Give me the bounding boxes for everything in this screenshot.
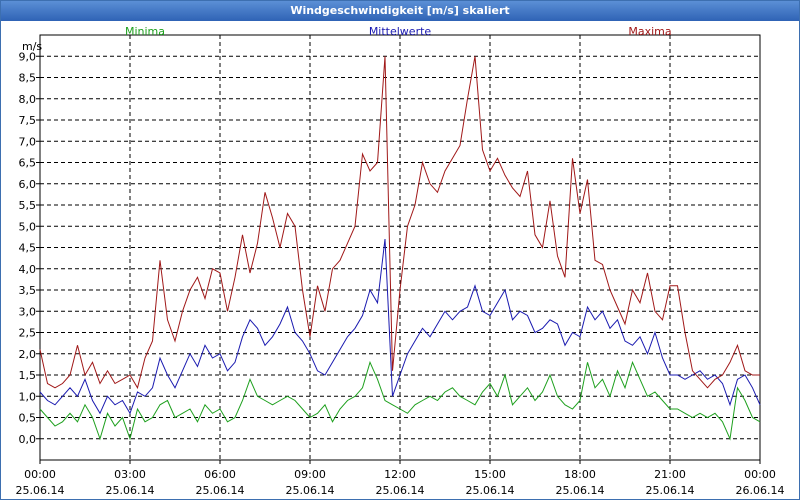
y-tick-label: 0,5 xyxy=(19,412,37,425)
x-tick-date: 25.06.14 xyxy=(376,484,425,497)
y-tick-label: 5,0 xyxy=(19,220,37,233)
y-tick-label: 4,0 xyxy=(19,263,37,276)
y-tick-label: 6,0 xyxy=(19,178,37,191)
x-tick-date: 25.06.14 xyxy=(196,484,245,497)
y-tick-label: 8,5 xyxy=(19,72,37,85)
x-tick-date: 26.06.14 xyxy=(736,484,785,497)
legend-minima: Minima xyxy=(125,25,165,38)
legend-mittelwerte: Mittelwerte xyxy=(369,25,432,38)
y-tick-label: 4,5 xyxy=(19,242,37,255)
x-tick-time: 18:00 xyxy=(564,468,596,481)
x-tick-date: 25.06.14 xyxy=(556,484,605,497)
grid-lines xyxy=(40,35,760,460)
y-tick-label: 6,5 xyxy=(19,157,37,170)
y-tick-label: 8,0 xyxy=(19,93,37,106)
x-tick-date: 25.06.14 xyxy=(106,484,155,497)
x-tick-time: 00:00 xyxy=(24,468,56,481)
y-tick-label: 1,0 xyxy=(19,390,37,403)
x-axis-ticks: 00:00 25.06.14 03:00 25.06.14 06:00 25.06.14 0… xyxy=(16,460,785,497)
y-tick-label: 2,0 xyxy=(19,348,37,361)
y-tick-label: 5,5 xyxy=(19,199,37,212)
y-tick-label: 0,0 xyxy=(19,433,37,446)
y-tick-label: 3,5 xyxy=(19,284,37,297)
x-tick-date: 25.06.14 xyxy=(286,484,335,497)
y-tick-label: 7,0 xyxy=(19,135,37,148)
x-tick-time: 06:00 xyxy=(204,468,236,481)
y-tick-label: 1,5 xyxy=(19,369,37,382)
x-tick-date: 25.06.14 xyxy=(16,484,65,497)
x-tick-date: 25.06.14 xyxy=(466,484,515,497)
x-tick-time: 03:00 xyxy=(114,468,146,481)
y-axis-label: m/s xyxy=(22,40,42,53)
line-chart: 0,0 0,5 1,0 1,5 2,0 2,5 3,0 3,5 4,0 4,5 5,0 5,5 6,0 6… xyxy=(16,25,785,497)
x-tick-time: 00:00 xyxy=(744,468,776,481)
y-tick-label: 7,5 xyxy=(19,114,37,127)
x-tick-time: 15:00 xyxy=(474,468,506,481)
legend-maxima: Maxima xyxy=(628,25,671,38)
x-tick-time: 12:00 xyxy=(384,468,416,481)
y-axis-ticks: 0,0 0,5 1,0 1,5 2,0 2,5 3,0 3,5 4,0 4,5 5,0 5,5 6,0 6… xyxy=(19,50,40,446)
x-tick-time: 21:00 xyxy=(654,468,686,481)
y-tick-label: 2,5 xyxy=(19,327,37,340)
x-tick-date: 25.06.14 xyxy=(646,484,695,497)
y-tick-label: 3,0 xyxy=(19,305,37,318)
x-tick-time: 09:00 xyxy=(294,468,326,481)
